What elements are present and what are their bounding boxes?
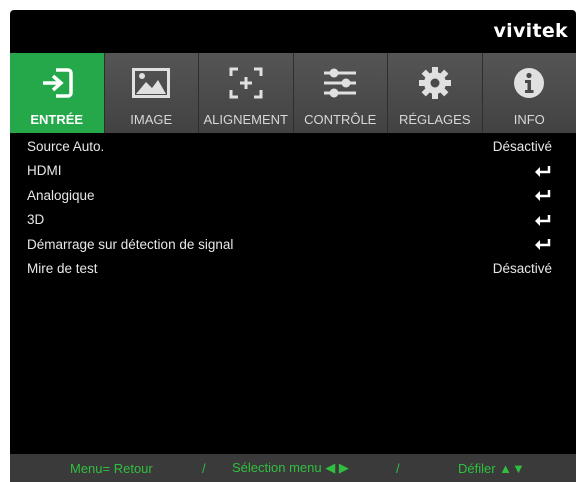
brand-logo: vivitek xyxy=(493,20,568,42)
tab-label: CONTRÔLE xyxy=(304,112,377,127)
alignment-icon xyxy=(226,65,266,101)
footer-scroll-hint: Défiler ▲▼ xyxy=(458,460,525,476)
osd-menu: vivitek ENTRÉE IMAGE ALIGNEMENT CONTRÔLE… xyxy=(10,10,576,482)
gear-icon xyxy=(415,65,455,101)
menu-item-signal-power-on[interactable]: Démarrage sur détection de signal xyxy=(10,232,576,257)
info-icon xyxy=(509,65,549,101)
menu-item-label: 3D xyxy=(27,212,45,228)
tab-label: ENTRÉE xyxy=(30,112,84,127)
footer-select-hint: Sélection menu ◀ ▶ xyxy=(232,460,349,475)
footer-separator: / xyxy=(202,460,206,476)
enter-icon xyxy=(534,189,552,202)
enter-icon xyxy=(534,165,552,177)
enter-icon xyxy=(534,238,552,251)
tab-label: RÉGLAGES xyxy=(398,112,471,127)
menu-item-hdmi[interactable]: HDMI xyxy=(10,159,576,184)
tab-bar: ENTRÉE IMAGE ALIGNEMENT CONTRÔLE RÉGLAGE… xyxy=(10,53,576,133)
menu-item-3d[interactable]: 3D xyxy=(10,208,576,233)
footer-back-hint: Menu= Retour xyxy=(70,460,153,476)
menu-item-analog[interactable]: Analogique xyxy=(10,183,576,208)
menu-list: Source Auto. Désactivé HDMI Analogique 3… xyxy=(10,134,576,281)
tab-image[interactable]: IMAGE xyxy=(104,53,199,133)
sliders-icon xyxy=(320,65,360,101)
tab-label: IMAGE xyxy=(130,112,173,127)
footer-help-bar: Menu= Retour / Sélection menu ◀ ▶ / Défi… xyxy=(10,454,576,482)
tab-control[interactable]: CONTRÔLE xyxy=(293,53,388,133)
menu-item-label: Source Auto. xyxy=(27,138,105,154)
menu-item-label: HDMI xyxy=(27,163,62,179)
menu-item-test-pattern[interactable]: Mire de test Désactivé xyxy=(10,257,576,282)
tab-label: ALIGNEMENT xyxy=(203,112,288,127)
tab-info[interactable]: INFO xyxy=(482,53,576,133)
menu-item-label: Démarrage sur détection de signal xyxy=(27,236,234,252)
image-icon xyxy=(131,65,171,101)
tab-input[interactable]: ENTRÉE xyxy=(10,53,105,133)
input-icon xyxy=(37,65,77,101)
menu-item-value: Désactivé xyxy=(492,261,552,277)
footer-separator: / xyxy=(396,460,400,476)
menu-item-label: Mire de test xyxy=(27,261,98,277)
menu-item-label: Analogique xyxy=(27,187,95,203)
tab-alignment[interactable]: ALIGNEMENT xyxy=(199,53,294,133)
menu-item-value: Désactivé xyxy=(492,138,552,154)
enter-icon xyxy=(534,214,552,226)
tab-settings[interactable]: RÉGLAGES xyxy=(388,53,483,133)
menu-item-auto-source[interactable]: Source Auto. Désactivé xyxy=(10,134,576,159)
tab-label: INFO xyxy=(513,112,545,127)
